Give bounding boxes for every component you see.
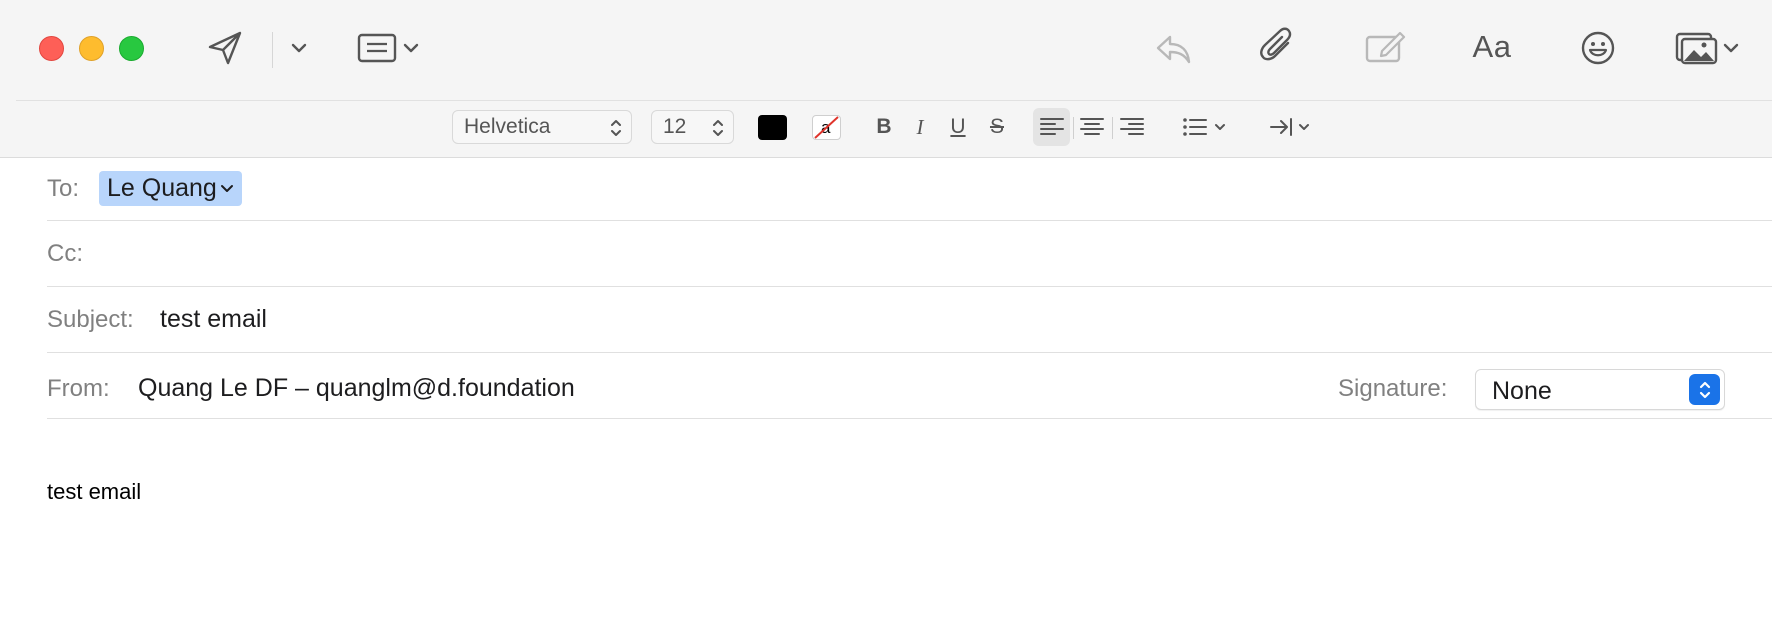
- align-right-icon: [1120, 118, 1144, 135]
- reply-icon: [1156, 35, 1191, 64]
- minimize-window-button[interactable]: [79, 36, 104, 61]
- cc-field[interactable]: [108, 240, 1758, 270]
- reply-button[interactable]: [1153, 28, 1195, 70]
- paper-plane-icon: [208, 31, 242, 65]
- italic-label: I: [916, 114, 924, 139]
- toolbar-divider: [16, 100, 1772, 101]
- from-account-select[interactable]: Quang Le DF – quanglm@d.foundation: [138, 374, 575, 403]
- strikethrough-label: S: [989, 115, 1004, 138]
- align-center-icon: [1080, 118, 1104, 135]
- font-family-value: Helvetica: [464, 115, 551, 138]
- markup-icon: [1365, 31, 1406, 63]
- emoji-button[interactable]: [1578, 28, 1618, 68]
- no-background-color-icon: a: [814, 116, 839, 139]
- chevron-down-icon: [1723, 43, 1739, 53]
- header-fields-icon: [357, 33, 397, 63]
- toolbar-separator: [272, 32, 273, 68]
- from-label: From:: [47, 375, 110, 402]
- header-fields-button[interactable]: [352, 30, 424, 66]
- font-size-select[interactable]: 12: [651, 110, 734, 144]
- header-separator: [47, 418, 1772, 419]
- align-left-button[interactable]: [1037, 112, 1067, 142]
- strikethrough-button[interactable]: S: [985, 112, 1009, 142]
- italic-button[interactable]: I: [908, 112, 932, 142]
- signature-label: Signature:: [1338, 375, 1448, 402]
- emoji-icon: [1581, 31, 1615, 65]
- align-center-button[interactable]: [1077, 112, 1107, 142]
- chevron-down-icon: [220, 184, 233, 192]
- send-button[interactable]: [205, 28, 245, 68]
- message-body[interactable]: test email: [47, 479, 141, 505]
- cc-label: Cc:: [47, 240, 83, 267]
- bulleted-list-icon: [1183, 118, 1225, 136]
- close-window-button[interactable]: [39, 36, 64, 61]
- recipient-token[interactable]: Le Quang: [99, 171, 242, 206]
- signature-value: None: [1492, 377, 1552, 405]
- paperclip-icon: [1260, 27, 1292, 61]
- align-left-icon: [1040, 118, 1064, 135]
- window-toolbar: Aa Helvetica 12 a B I U S: [0, 0, 1772, 158]
- fonts-button[interactable]: Aa: [1468, 26, 1516, 68]
- text-color-swatch[interactable]: [758, 115, 787, 140]
- photo-browser-icon: [1675, 32, 1718, 65]
- chevron-down-icon: [291, 43, 307, 53]
- send-options-button[interactable]: [289, 38, 309, 58]
- to-label: To:: [47, 175, 80, 202]
- header-separator: [47, 220, 1772, 221]
- zoom-window-button[interactable]: [119, 36, 144, 61]
- markup-button[interactable]: [1363, 26, 1407, 68]
- underline-button[interactable]: U: [946, 112, 970, 142]
- indent-button[interactable]: [1268, 112, 1314, 142]
- list-style-button[interactable]: [1180, 112, 1230, 142]
- subject-label: Subject:: [47, 306, 134, 333]
- align-right-button[interactable]: [1117, 112, 1147, 142]
- signature-stepper: [1689, 374, 1720, 405]
- up-down-arrows-icon: [611, 120, 621, 136]
- signature-select[interactable]: None: [1475, 369, 1725, 410]
- attach-button[interactable]: [1258, 26, 1300, 68]
- bold-label: B: [876, 115, 892, 138]
- header-separator: [47, 286, 1772, 287]
- align-separator: [1112, 117, 1113, 139]
- subject-field[interactable]: test email: [160, 305, 267, 334]
- photo-browser-button[interactable]: [1671, 28, 1743, 68]
- fonts-label: Aa: [1472, 29, 1512, 64]
- font-size-value: 12: [663, 115, 687, 138]
- bold-button[interactable]: B: [872, 112, 896, 142]
- background-color-swatch[interactable]: a: [812, 115, 841, 140]
- indent-icon: [1270, 118, 1309, 136]
- up-down-arrows-icon: [1699, 381, 1710, 398]
- recipient-name: Le Quang: [107, 174, 217, 202]
- font-family-select[interactable]: Helvetica: [452, 110, 632, 144]
- up-down-arrows-icon: [713, 120, 723, 136]
- chevron-down-icon: [403, 43, 419, 53]
- underline-label: U: [950, 115, 966, 138]
- header-separator: [47, 352, 1772, 353]
- align-separator: [1073, 117, 1074, 139]
